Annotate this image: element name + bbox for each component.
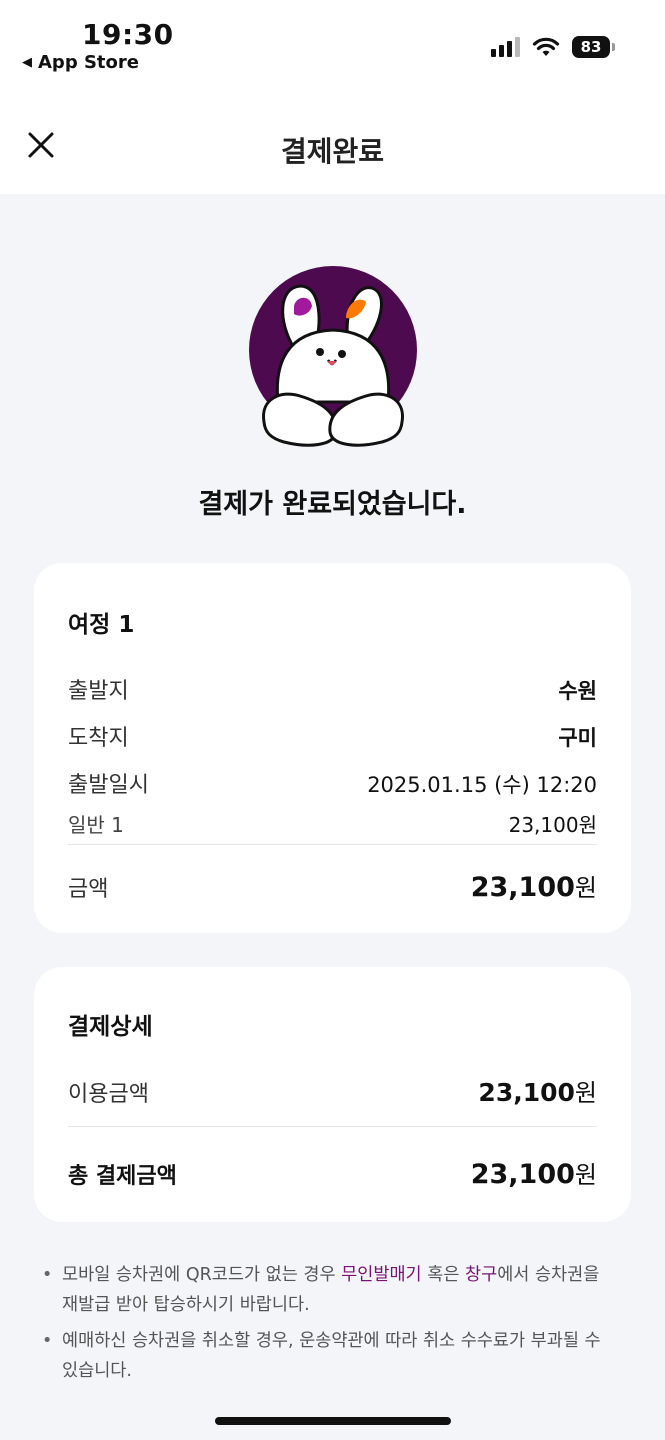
counter-link: 창구	[464, 1265, 498, 1285]
usage-amount-label: 이용금액	[68, 1082, 149, 1107]
total-amount-number: 23,100	[470, 1159, 575, 1190]
amount-number: 23,100	[470, 872, 575, 903]
datetime-label: 출발일시	[68, 773, 149, 798]
payment-title: 결제상세	[68, 1014, 153, 1040]
amount-value: 23,100원	[471, 868, 597, 903]
notice-text: 혹은	[421, 1265, 465, 1285]
usage-amount-row: 이용금액 23,100원	[68, 1073, 597, 1108]
notice-list: 모바일 승차권에 QR코드가 없는 경우 무인발매기 혹은 창구에서 승차권을 …	[42, 1260, 602, 1392]
total-amount-value: 23,100원	[471, 1155, 597, 1190]
status-time: 19:30	[82, 18, 174, 51]
signal-icon	[491, 37, 520, 57]
usage-amount-number: 23,100	[478, 1078, 575, 1107]
arrival-label: 도착지	[68, 726, 129, 751]
total-amount-label: 총 결제금액	[68, 1164, 177, 1189]
departure-value: 수원	[558, 679, 597, 703]
amount-unit: 원	[574, 874, 597, 902]
amount-label: 금액	[68, 877, 109, 902]
total-amount-row: 총 결제금액 23,100원	[68, 1155, 597, 1190]
notice-text: 모바일 승차권에 QR코드가 없는 경우	[62, 1265, 342, 1285]
system-icons: 83	[491, 36, 615, 58]
trip-card: 여정 1 출발지 수원 도착지 구미 출발일시 2025.01.15 (수) 1…	[34, 563, 631, 933]
rabbit-mascot	[249, 266, 417, 447]
notice-text: 예매하신 승차권을 취소할 경우, 운송약관에 따라 취소 수수료가 부과될 수…	[62, 1331, 601, 1381]
wifi-icon	[532, 37, 560, 56]
notice-item: 모바일 승차권에 QR코드가 없는 경우 무인발매기 혹은 창구에서 승차권을 …	[42, 1260, 602, 1320]
back-to-app-link[interactable]: ◀ App Store	[22, 52, 139, 73]
fare-label: 일반 1	[68, 813, 124, 837]
payment-divider	[68, 1126, 597, 1127]
payment-detail-card: 결제상세 이용금액 23,100원 총 결제금액 23,100원	[34, 967, 631, 1222]
battery-level: 83	[580, 38, 602, 56]
kiosk-link: 무인발매기	[341, 1265, 422, 1285]
usage-amount-value: 23,100원	[478, 1073, 597, 1108]
navigation-bar: 결제완료	[0, 100, 665, 194]
fare-value: 23,100원	[508, 813, 597, 837]
back-triangle-icon: ◀	[22, 55, 32, 70]
datetime-value: 2025.01.15 (수) 12:20	[367, 773, 597, 797]
home-indicator[interactable]	[215, 1417, 451, 1425]
battery-icon: 83	[572, 36, 615, 58]
completion-message: 결제가 완료되었습니다.	[198, 489, 467, 520]
status-bar: 19:30 ◀ App Store 83	[0, 0, 665, 100]
trip-divider	[68, 844, 597, 845]
arrival-value: 구미	[558, 726, 597, 750]
back-app-label: App Store	[38, 52, 139, 73]
datetime-row: 출발일시 2025.01.15 (수) 12:20	[68, 767, 597, 799]
total-amount-unit: 원	[574, 1161, 597, 1189]
usage-amount-unit: 원	[574, 1079, 597, 1107]
arrival-row: 도착지 구미	[68, 720, 597, 752]
departure-label: 출발지	[68, 679, 129, 704]
fare-row: 일반 1 23,100원	[68, 809, 597, 838]
departure-row: 출발지 수원	[68, 673, 597, 705]
notice-item: 예매하신 승차권을 취소할 경우, 운송약관에 따라 취소 수수료가 부과될 수…	[42, 1326, 602, 1386]
trip-title: 여정 1	[68, 612, 135, 638]
amount-row: 금액 23,100원	[68, 868, 597, 903]
page-title: 결제완료	[280, 135, 385, 168]
